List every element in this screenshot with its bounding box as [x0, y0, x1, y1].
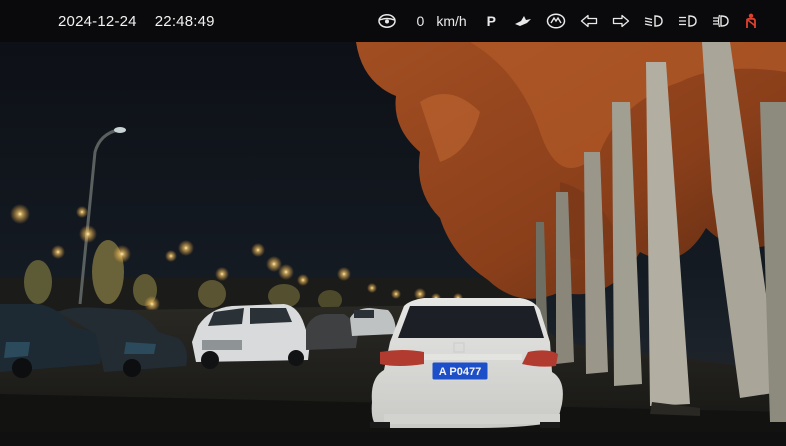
status-bar: 2024-12-24 22:48:49 0 km/h P — [0, 0, 786, 42]
ahead-bird-icon — [514, 14, 532, 28]
brand-badge-icon — [546, 13, 566, 29]
license-plate: A P0477 — [439, 366, 481, 378]
fog-light-icon — [712, 14, 730, 28]
indicator-group: 0 km/h P — [363, 0, 758, 42]
steering-wheel-icon — [377, 13, 397, 29]
gear-indicator: P — [486, 13, 496, 29]
date-label: 2024-12-24 — [58, 12, 137, 30]
turn-right-icon — [612, 14, 630, 28]
turn-left-icon — [580, 14, 598, 28]
position-light-icon — [678, 14, 698, 28]
time-label: 22:48:49 — [154, 12, 215, 30]
camera-view: A P0477 — [0, 42, 786, 446]
low-beam-icon — [644, 14, 664, 28]
datetime-group: 2024-12-24 22:48:49 — [58, 0, 215, 42]
speed-value: 0 — [416, 13, 425, 29]
seatbelt-warning-icon — [744, 13, 758, 29]
speed-unit: km/h — [436, 13, 467, 29]
dashcam-frame: 2024-12-24 22:48:49 0 km/h P A P0477 — [0, 0, 786, 446]
